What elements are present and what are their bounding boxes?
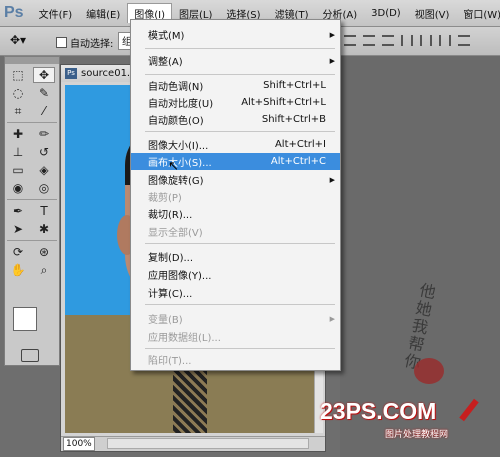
- menu-item-auto-tone[interactable]: 自动色调(N) Shift+Ctrl+L: [131, 77, 340, 94]
- custom-shape-icon[interactable]: ✱: [33, 221, 55, 237]
- clone-stamp-icon[interactable]: ⊥: [7, 144, 29, 160]
- lasso-tool-icon[interactable]: ◌: [7, 85, 29, 101]
- red-seal-stamp: [414, 358, 444, 384]
- menu-3d[interactable]: 3D(D): [364, 6, 408, 21]
- foreground-color-swatch[interactable]: [13, 307, 37, 331]
- align-middle-icon[interactable]: [363, 35, 375, 46]
- menu-item-image-rotation[interactable]: 图像旋转(G) ▶: [131, 171, 340, 188]
- quick-selection-tool-icon[interactable]: ✎: [33, 85, 55, 101]
- crop-tool-icon[interactable]: ⌗: [7, 103, 29, 119]
- menu-file[interactable]: 文件(F): [32, 4, 80, 23]
- move-tool-icon[interactable]: ✥: [33, 67, 55, 83]
- distribute-top-icon[interactable]: [458, 35, 470, 46]
- healing-brush-icon[interactable]: ✚: [7, 126, 29, 142]
- status-bar: 100%: [61, 436, 325, 451]
- workspace-background: [340, 56, 500, 457]
- brush-tool-icon[interactable]: ✏: [33, 126, 55, 142]
- submenu-arrow-icon: ▶: [329, 56, 335, 65]
- align-buttons: [344, 35, 470, 46]
- history-brush-icon[interactable]: ↺: [33, 144, 55, 160]
- menu-item-canvas-size[interactable]: 画布大小(S)... Alt+Ctrl+C: [131, 153, 340, 170]
- menu-item-duplicate[interactable]: 复制(D)...: [131, 248, 340, 265]
- auto-select-label: 自动选择:: [70, 39, 114, 50]
- toolbox-header[interactable]: [5, 57, 59, 64]
- menu-item-image-size[interactable]: 图像大小(I)... Alt+Ctrl+I: [131, 136, 340, 153]
- ps-file-icon: Ps: [65, 68, 77, 79]
- menu-item-trap[interactable]: 陷印(T)...: [131, 351, 340, 368]
- eyedropper-tool-icon[interactable]: ⁄: [33, 103, 55, 119]
- marquee-tool-icon[interactable]: ⬚: [7, 67, 29, 83]
- photoshop-logo: Ps: [4, 4, 24, 21]
- menu-item-calculations[interactable]: 计算(C)...: [131, 284, 340, 301]
- quick-mask-icon[interactable]: [21, 349, 39, 362]
- menu-item-apply-data-set[interactable]: 应用数据组(L)...: [131, 328, 340, 345]
- pen-tool-icon[interactable]: ✒: [7, 203, 29, 219]
- type-tool-icon[interactable]: T: [33, 203, 55, 219]
- horizontal-scrollbar[interactable]: [107, 438, 309, 449]
- menu-item-reveal-all[interactable]: 显示全部(V): [131, 223, 340, 240]
- hand-tool-icon[interactable]: ✋: [7, 262, 29, 278]
- submenu-arrow-icon: ▶: [329, 30, 335, 39]
- menu-window[interactable]: 窗口(W): [456, 4, 500, 23]
- menu-item-mode[interactable]: 模式(M) ▶: [131, 26, 340, 43]
- menu-item-apply-image[interactable]: 应用图像(Y)...: [131, 266, 340, 283]
- align-bottom-icon[interactable]: [382, 35, 394, 46]
- dodge-tool-icon[interactable]: ◎: [33, 180, 55, 196]
- auto-select-option[interactable]: 自动选择:: [56, 35, 113, 50]
- submenu-arrow-icon: ▶: [329, 175, 335, 184]
- submenu-arrow-icon: ▶: [329, 314, 335, 323]
- menu-item-auto-color[interactable]: 自动颜色(O) Shift+Ctrl+B: [131, 111, 340, 128]
- blur-tool-icon[interactable]: ◉: [7, 180, 29, 196]
- align-right-icon[interactable]: [439, 35, 451, 46]
- watermark-subtitle: 图片处理教程网: [385, 430, 449, 440]
- align-left-icon[interactable]: [401, 35, 413, 46]
- menu-item-trim[interactable]: 裁切(R)...: [131, 205, 340, 222]
- menu-view[interactable]: 视图(V): [408, 4, 457, 23]
- align-center-icon[interactable]: [420, 35, 432, 46]
- align-top-icon[interactable]: [344, 35, 356, 46]
- watermark-brand: 23PS.COM: [320, 398, 437, 424]
- auto-select-checkbox[interactable]: [56, 37, 67, 48]
- image-menu-dropdown: 模式(M) ▶ 调整(A) ▶ 自动色调(N) Shift+Ctrl+L 自动对比度(…: [130, 19, 341, 371]
- zoom-tool-icon[interactable]: ⌕: [33, 262, 55, 278]
- menu-item-adjustments[interactable]: 调整(A) ▶: [131, 52, 340, 69]
- zoom-level-field[interactable]: 100%: [63, 437, 95, 451]
- menu-item-variables[interactable]: 变量(B) ▶: [131, 310, 340, 327]
- mouse-cursor-icon: ↖: [168, 159, 179, 174]
- path-selection-icon[interactable]: ➤: [7, 221, 29, 237]
- menu-item-auto-contrast[interactable]: 自动对比度(U) Alt+Shift+Ctrl+L: [131, 94, 340, 111]
- menu-edit[interactable]: 编辑(E): [79, 4, 127, 23]
- move-tool-icon[interactable]: ✥▾: [10, 33, 26, 47]
- toolbox: ⬚ ✥ ◌ ✎ ⌗ ⁄ ✚ ✏ ⊥ ↺ ▭ ◈ ◉ ◎ ✒ T ➤ ✱ ⟳ ⊛ …: [4, 56, 60, 366]
- eraser-tool-icon[interactable]: ▭: [7, 162, 29, 178]
- 3d-rotate-icon[interactable]: ⟳: [7, 244, 29, 260]
- paint-bucket-icon[interactable]: ◈: [33, 162, 55, 178]
- menu-item-crop[interactable]: 裁剪(P): [131, 188, 340, 205]
- 3d-orbit-icon[interactable]: ⊛: [33, 244, 55, 260]
